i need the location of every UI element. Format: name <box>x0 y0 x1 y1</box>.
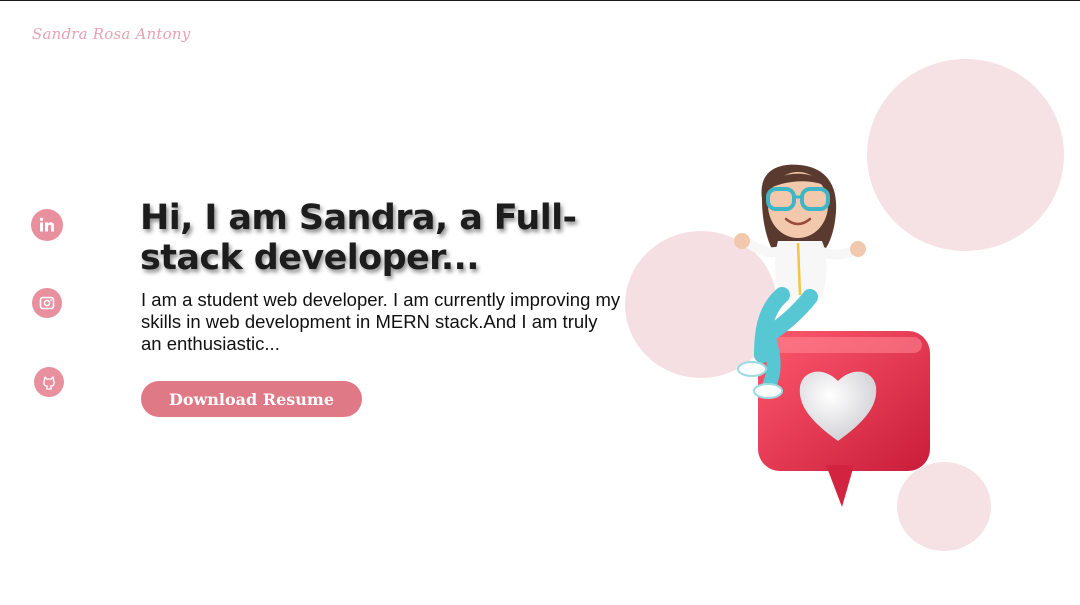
instagram-link[interactable] <box>32 288 62 318</box>
github-link[interactable] <box>34 367 64 397</box>
linkedin-icon <box>39 217 54 232</box>
hero-illustration <box>734 164 930 507</box>
download-resume-button[interactable]: Download Resume <box>141 381 362 417</box>
hero-headline: Hi, I am Sandra, a Full-stack developer.… <box>140 198 577 278</box>
linkedin-link[interactable] <box>31 209 63 241</box>
brand-logo[interactable]: Sandra Rosa Antony <box>32 25 190 43</box>
hero-intro: I am a student web developer. I am curre… <box>141 289 621 354</box>
github-icon <box>43 376 55 390</box>
instagram-icon <box>39 296 55 310</box>
